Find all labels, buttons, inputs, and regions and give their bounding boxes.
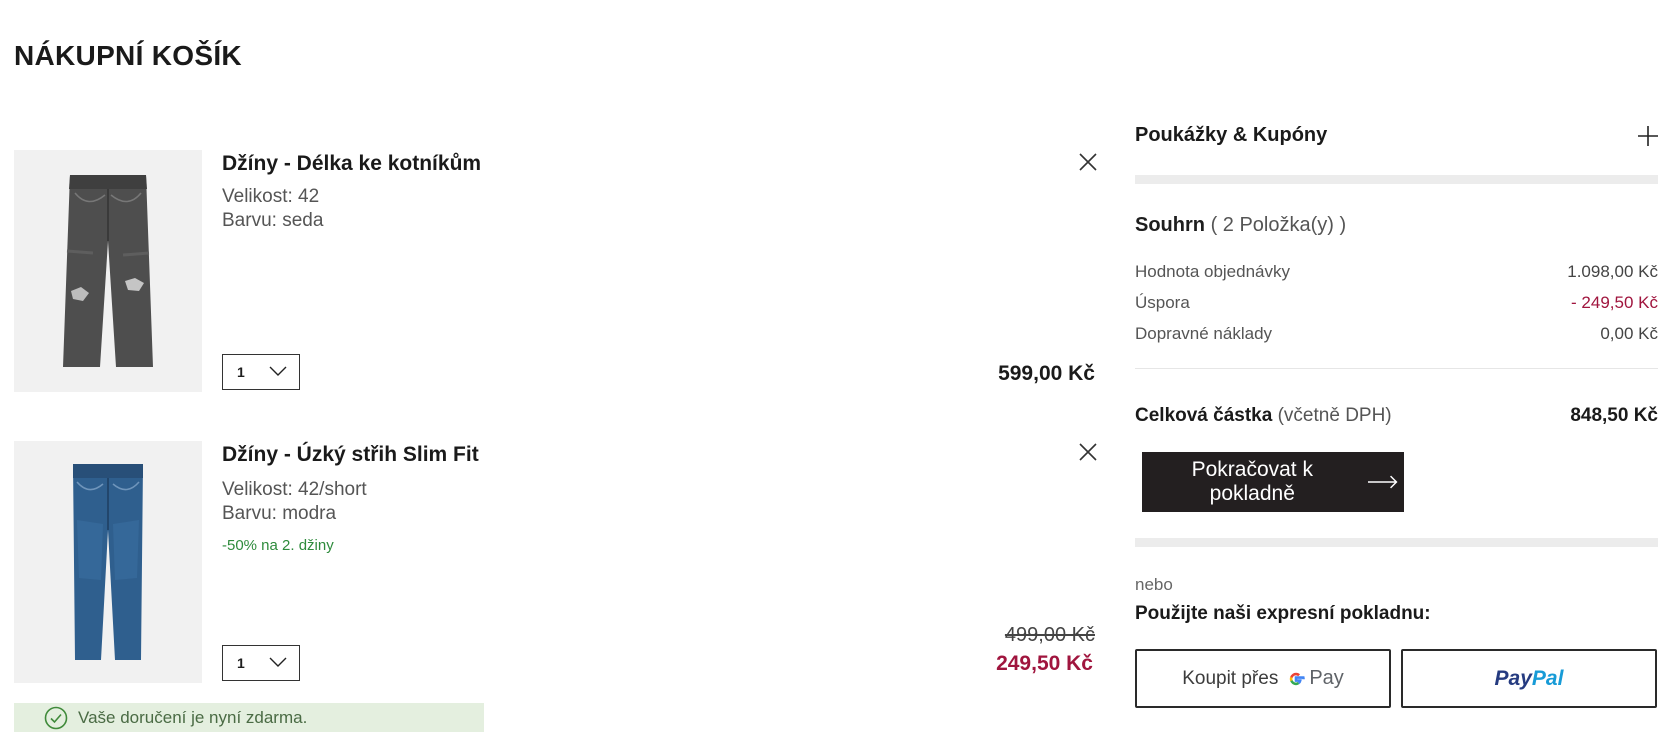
item-size: Velikost: 42 — [222, 186, 320, 207]
row-value: 1.098,00 Kč — [1567, 262, 1658, 281]
quantity-value: 1 — [237, 364, 245, 380]
summary-row-savings: Úspora - 249,50 Kč — [1135, 293, 1658, 313]
divider — [1135, 175, 1658, 184]
or-label: nebo — [1135, 575, 1173, 594]
summary-row-shipping: Dopravné náklady 0,00 Kč — [1135, 324, 1658, 344]
paypal-pay-text: Pay — [1494, 666, 1532, 690]
summary-heading: Souhrn ( 2 Položka(y) ) — [1135, 214, 1346, 237]
item-size: Velikost: 42/short — [222, 479, 367, 500]
google-g-icon — [1290, 672, 1306, 685]
row-value: 0,00 Kč — [1600, 324, 1658, 343]
gpay-prefix: Koupit přes — [1182, 667, 1279, 689]
coupons-label[interactable]: Poukážky & Kupóny — [1135, 124, 1327, 147]
chevron-down-icon — [269, 657, 287, 667]
google-pay-button[interactable]: Koupit přes Pay — [1135, 649, 1391, 708]
arrow-right-icon — [1367, 475, 1398, 489]
item-price: 599,00 Kč — [998, 362, 1095, 385]
delivery-text: Vaše doručení je nyní zdarma. — [78, 707, 308, 727]
blue-jeans-image — [73, 463, 143, 660]
grey-jeans-image — [63, 175, 153, 367]
original-price: 499,00 Kč — [1004, 624, 1095, 646]
summary-row-order-value: Hodnota objednávky 1.098,00 Kč — [1135, 262, 1658, 282]
item-color: Barvu: modra — [222, 503, 337, 524]
check-circle-icon — [44, 706, 68, 729]
checkout-button[interactable]: Pokračovat k pokladně — [1142, 452, 1404, 512]
divider — [1135, 368, 1658, 369]
sale-price: 249,50 Kč — [996, 652, 1093, 675]
chevron-down-icon — [269, 366, 287, 376]
summary-title: Souhrn — [1135, 214, 1205, 236]
item-color: Barvu: seda — [222, 210, 324, 231]
plus-icon[interactable] — [1636, 124, 1660, 148]
quantity-select[interactable]: 1 — [222, 354, 300, 390]
paypal-button[interactable]: Pay Pal — [1401, 649, 1657, 708]
row-value: - 249,50 Kč — [1571, 293, 1658, 312]
row-label: Hodnota objednávky — [1135, 262, 1291, 281]
total-note: (včetně DPH) — [1277, 405, 1392, 426]
item-name[interactable]: Džíny - Úzký střih Slim Fit — [222, 443, 479, 467]
row-label: Dopravné náklady — [1135, 324, 1273, 343]
product-image[interactable] — [14, 150, 202, 392]
summary-total: Celková částka (včetně DPH) 848,50 Kč — [1135, 405, 1658, 427]
quantity-value: 1 — [237, 655, 245, 671]
paypal-pal-text: Pal — [1531, 666, 1564, 690]
divider — [1135, 538, 1658, 547]
remove-item-icon[interactable] — [1077, 441, 1099, 463]
total-value: 848,50 Kč — [1570, 405, 1658, 426]
page-title: NÁKUPNÍ KOŠÍK — [14, 40, 242, 71]
free-delivery-notice: Vaše doručení je nyní zdarma. — [14, 703, 484, 732]
product-image[interactable] — [14, 441, 202, 683]
item-name[interactable]: Džíny - Délka ke kotníkům — [222, 152, 481, 176]
row-label: Úspora — [1135, 293, 1190, 312]
express-checkout-label: Použijte naši expresní pokladnu: — [1135, 603, 1431, 624]
quantity-select[interactable]: 1 — [222, 645, 300, 681]
summary-count: ( 2 Položka(y) ) — [1210, 214, 1347, 236]
gpay-pay-text: Pay — [1309, 667, 1344, 689]
checkout-label: Pokračovat k pokladně — [1191, 458, 1313, 505]
total-label: Celková částka — [1135, 405, 1273, 426]
remove-item-icon[interactable] — [1077, 151, 1099, 173]
promo-label: -50% na 2. džiny — [222, 537, 334, 554]
